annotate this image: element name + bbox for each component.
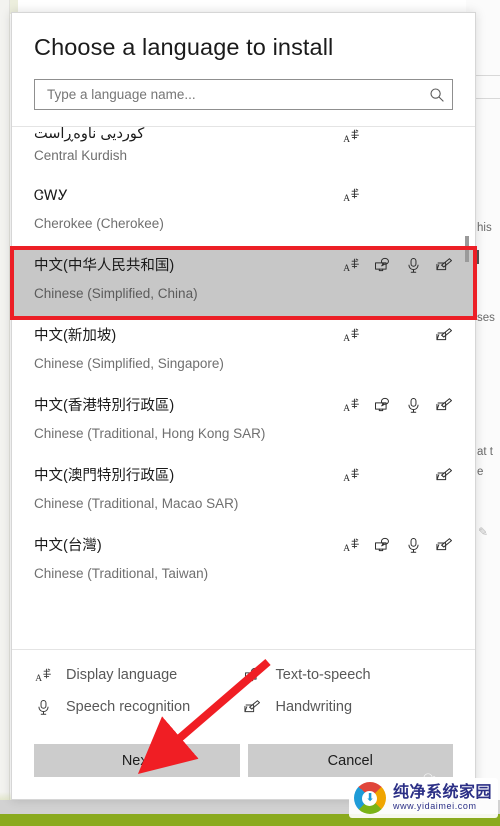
background-text-fragment: ses	[477, 312, 495, 324]
display-language-icon[interactable]: A	[342, 256, 360, 274]
language-feature-icons: A	[342, 127, 453, 147]
text-to-speech-icon	[244, 666, 262, 684]
language-row[interactable]: 中文(澳門特別行政區) Chinese (Traditional, Macao …	[12, 457, 475, 527]
language-english-name: Chinese (Simplified, Singapore)	[34, 356, 224, 371]
language-feature-icons: A	[342, 184, 453, 206]
feature-legend: A Display language Text-to-speech Speech…	[12, 649, 475, 726]
display-language-icon[interactable]: A	[342, 127, 360, 145]
display-language-icon[interactable]: A	[342, 396, 360, 414]
language-list[interactable]: کوردیی ناوەڕاست Central Kurdish A ᏣᎳᎩ Ch…	[12, 127, 475, 649]
legend-label: Speech recognition	[66, 699, 191, 715]
handwriting-icon[interactable]	[435, 396, 453, 414]
legend-item: Speech recognition	[34, 698, 244, 716]
language-english-name: Chinese (Traditional, Macao SAR)	[34, 496, 239, 511]
handwriting-icon[interactable]	[435, 536, 453, 554]
language-row[interactable]: 中文(新加坡) Chinese (Simplified, Singapore) …	[12, 317, 475, 387]
text-to-speech-icon[interactable]	[373, 536, 391, 554]
language-feature-icons: A	[342, 324, 453, 346]
language-english-name: Cherokee (Cherokee)	[34, 216, 164, 231]
display-language-icon[interactable]: A	[342, 466, 360, 484]
language-feature-icons: A	[342, 394, 453, 416]
legend-label: Text-to-speech	[275, 667, 371, 683]
watermark-logo-icon: ⬇	[353, 782, 386, 814]
language-feature-icons: A	[342, 464, 453, 486]
language-row[interactable]: 中文(香港特別行政區) Chinese (Traditional, Hong K…	[12, 387, 475, 457]
search-box[interactable]	[34, 79, 453, 110]
background-text-fragment: e	[477, 466, 484, 478]
speech-recognition-icon[interactable]	[404, 396, 422, 414]
display-language-icon[interactable]: A	[342, 186, 360, 204]
svg-text:A: A	[343, 334, 350, 344]
dialog-title: Choose a language to install	[34, 34, 334, 60]
legend-item: A Display language	[34, 666, 244, 684]
language-row[interactable]: کوردیی ناوەڕاست Central Kurdish A	[12, 127, 475, 177]
svg-text:A: A	[35, 674, 42, 684]
text-to-speech-icon[interactable]	[373, 256, 391, 274]
language-english-name: Chinese (Traditional, Hong Kong SAR)	[34, 426, 266, 441]
next-button[interactable]: Next	[34, 744, 240, 777]
svg-text:A: A	[343, 264, 350, 274]
legend-label: Handwriting	[275, 699, 353, 715]
watermark-brand: 纯净系统家园	[392, 783, 492, 801]
language-row[interactable]: 中文(中华人民共和国) Chinese (Simplified, China) …	[12, 247, 475, 317]
handwriting-icon: ✎	[478, 525, 489, 539]
legend-item: Handwriting	[244, 698, 454, 716]
background-text-fragment: at t	[477, 446, 493, 458]
display-language-icon[interactable]: A	[342, 326, 360, 344]
language-row[interactable]: ᏣᎳᎩ Cherokee (Cherokee) A	[12, 177, 475, 247]
choose-language-dialog: Choose a language to install کوردیی ناوە…	[11, 12, 476, 800]
search-input[interactable]	[35, 80, 422, 109]
handwriting-icon[interactable]	[435, 326, 453, 344]
list-scrollbar-thumb[interactable]	[465, 236, 469, 262]
search-icon[interactable]	[422, 87, 452, 103]
download-arrow-icon: ⬇	[365, 791, 375, 804]
search-area	[12, 61, 475, 126]
watermark-url: www.yidaimei.com	[392, 800, 477, 811]
speech-recognition-icon	[34, 698, 52, 716]
handwriting-icon[interactable]	[435, 256, 453, 274]
svg-text:A: A	[343, 135, 350, 145]
language-english-name: Chinese (Simplified, China)	[34, 286, 198, 301]
screenshot-root: ✎ his ses at t e Choose a language to in…	[0, 0, 500, 826]
background-left-edge	[0, 0, 10, 800]
legend-item: Text-to-speech	[244, 666, 454, 684]
language-english-name: Chinese (Traditional, Taiwan)	[34, 566, 209, 581]
handwriting-icon	[244, 698, 262, 716]
svg-text:A: A	[343, 404, 350, 414]
speech-recognition-icon[interactable]	[404, 536, 422, 554]
svg-text:A: A	[343, 474, 350, 484]
language-feature-icons: A	[342, 534, 453, 556]
text-to-speech-icon[interactable]	[373, 396, 391, 414]
background-text-fragment: his	[477, 222, 492, 234]
svg-text:A: A	[343, 544, 350, 554]
language-row[interactable]: 中文(台灣) Chinese (Traditional, Taiwan) A	[12, 527, 475, 597]
language-feature-icons: A	[342, 254, 453, 276]
display-language-icon[interactable]: A	[342, 536, 360, 554]
legend-label: Display language	[66, 667, 178, 683]
display-language-icon: A	[34, 666, 52, 684]
handwriting-icon[interactable]	[435, 466, 453, 484]
watermark: ⬇ 纯净系统家园 www.yidaimei.com	[348, 778, 498, 818]
speech-recognition-icon[interactable]	[404, 256, 422, 274]
background-scroll-caret	[477, 250, 479, 264]
svg-text:A: A	[343, 194, 350, 204]
